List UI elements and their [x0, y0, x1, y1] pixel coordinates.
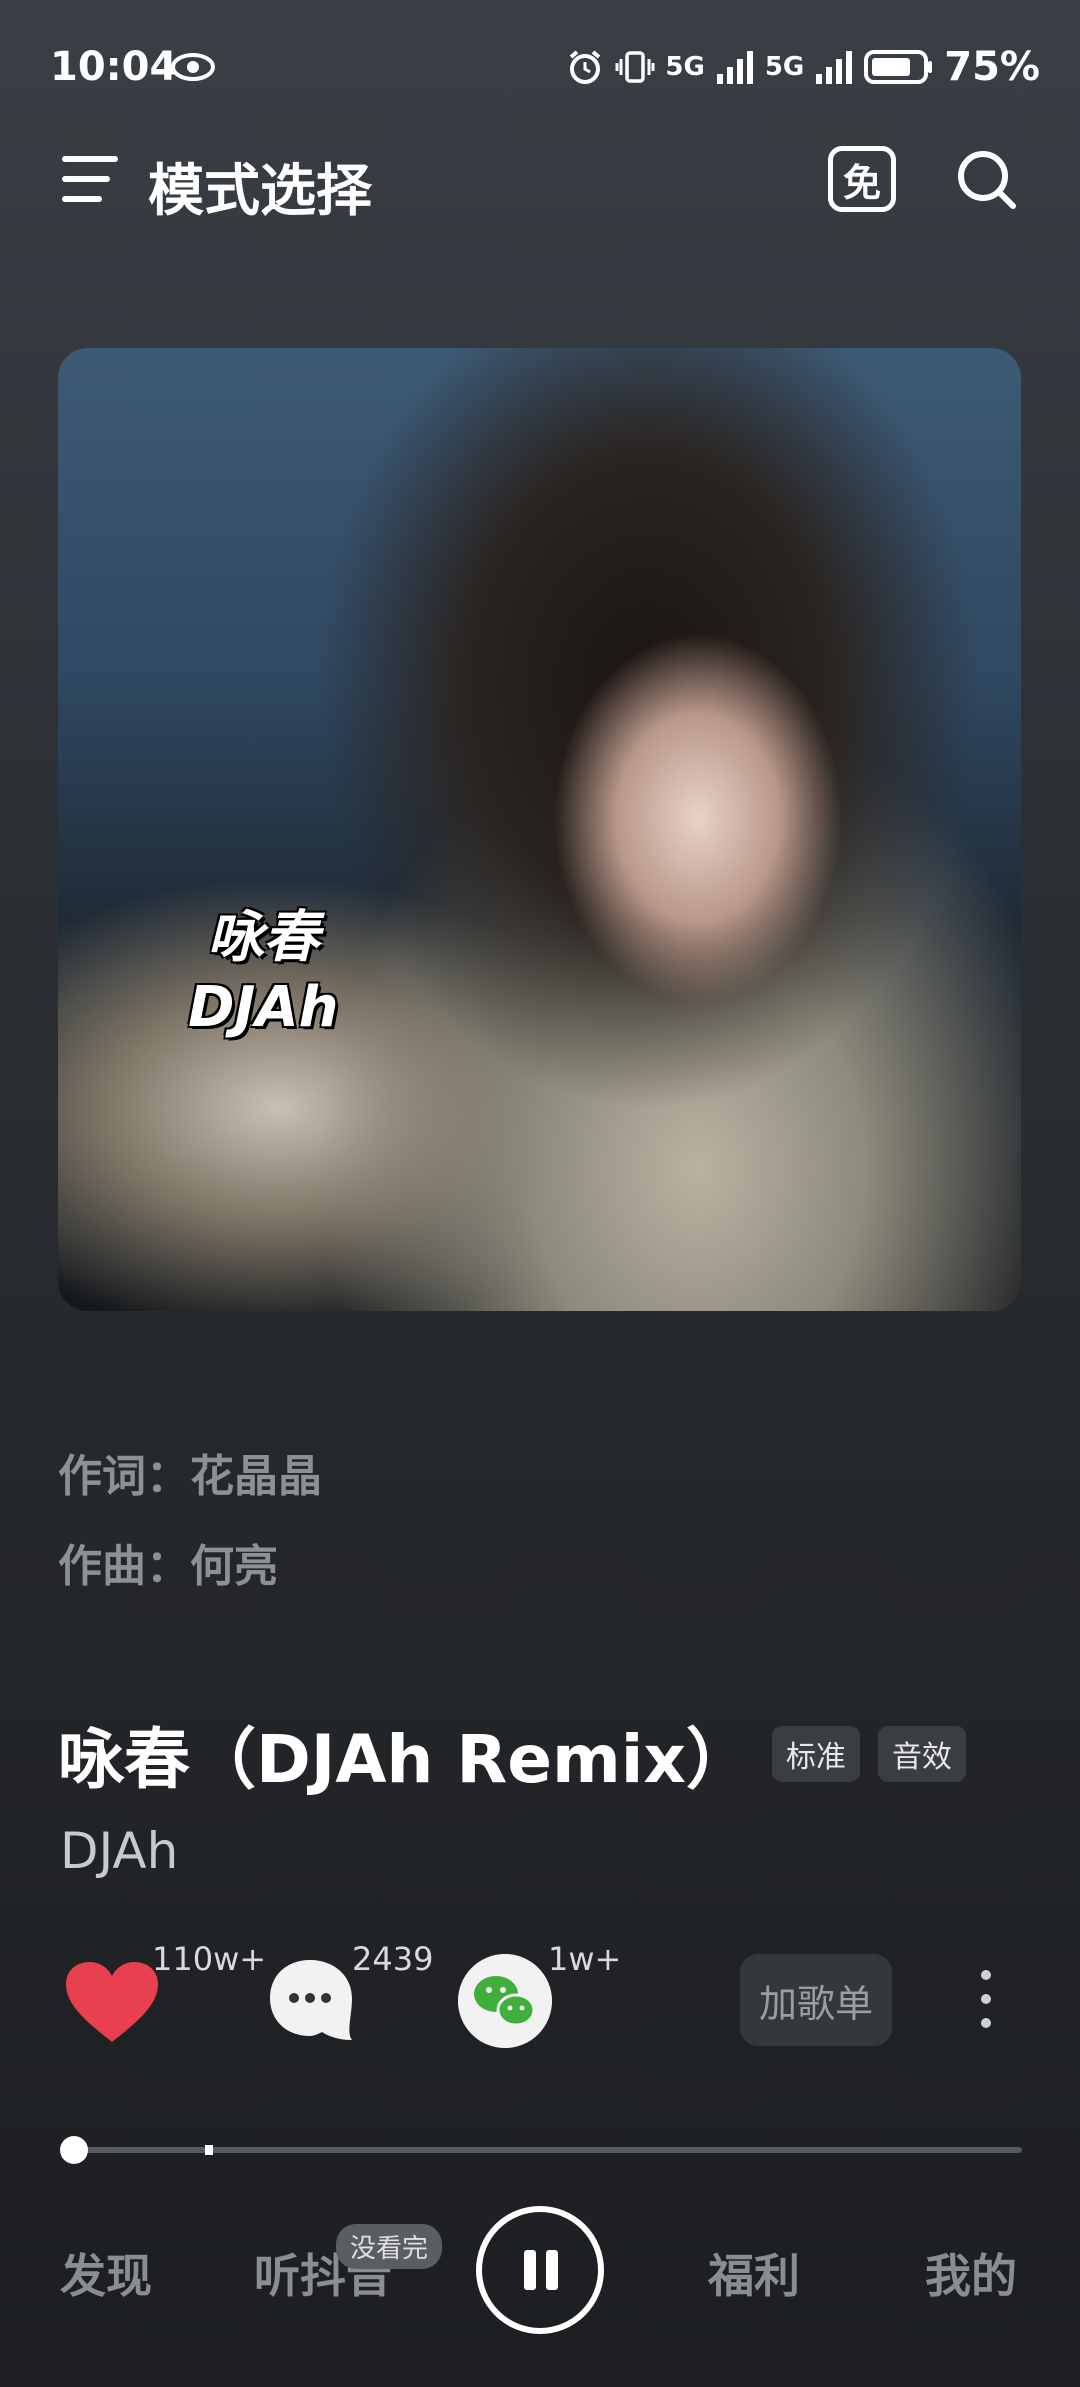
page-title[interactable]: 模式选择: [148, 146, 372, 227]
add-to-playlist-button[interactable]: 加歌单: [740, 1954, 892, 2046]
wechat-share-icon[interactable]: [458, 1954, 552, 2048]
lyricist-credit: 作词：花晶晶: [58, 1451, 322, 1502]
status-indicators: 5G 5G 75%: [565, 44, 1040, 90]
cover-caption-title: 咏春: [207, 905, 320, 970]
song-title: 咏春（DJAh Remix）: [58, 1721, 752, 1798]
album-cover[interactable]: 咏春 DJAh: [58, 348, 1021, 1311]
share-count: 1w+: [548, 1940, 622, 1978]
pause-icon-bar-right: [546, 2250, 558, 2290]
more-options-icon[interactable]: [976, 1970, 996, 2034]
nav-mine[interactable]: 我的: [925, 2240, 1017, 2306]
comment-icon[interactable]: [268, 1958, 354, 2042]
alarm-icon: [570, 50, 601, 84]
cover-caption: 咏春 DJAh: [188, 903, 339, 1043]
unfinished-badge: 没看完: [336, 2224, 443, 2269]
sound-effect-tag[interactable]: 音效: [877, 1726, 966, 1782]
action-row: 110w+ 2439 1w+ 加歌单: [0, 1940, 1080, 2070]
progress-track[interactable]: [72, 2147, 1022, 2153]
pause-icon-bar-left: [524, 2250, 536, 2290]
signal-icon-2: [816, 51, 853, 84]
status-time: 10:04: [50, 44, 178, 90]
song-title-row: 咏春（DJAh Remix） 标准 音效: [58, 1706, 966, 1802]
vibrate-icon: [615, 51, 655, 83]
battery-icon: [864, 50, 933, 84]
nav-discover[interactable]: 发现: [60, 2240, 152, 2306]
progress-bar[interactable]: [60, 2136, 1022, 2164]
menu-icon[interactable]: [62, 156, 118, 204]
artist-name[interactable]: DJAh: [60, 1822, 178, 1880]
top-bar: 模式选择 免: [0, 140, 1080, 224]
progress-thumb[interactable]: [60, 2136, 88, 2164]
heart-icon[interactable]: [64, 1960, 160, 2044]
composer-credit: 作曲：何亮: [58, 1541, 278, 1592]
status-bar: 10:04 5G 5G 75%: [0, 0, 1080, 140]
network-type-2: 5G: [764, 52, 805, 82]
quality-tag[interactable]: 标准: [771, 1726, 860, 1782]
signal-icon-1: [716, 51, 753, 84]
comment-count: 2439: [352, 1940, 434, 1978]
pause-button[interactable]: [476, 2206, 604, 2334]
free-mode-icon[interactable]: 免: [828, 146, 896, 212]
nav-welfare[interactable]: 福利: [708, 2240, 800, 2306]
buffer-marker: [205, 2145, 213, 2155]
cover-caption-artist: DJAh: [188, 975, 339, 1040]
search-icon[interactable]: [955, 148, 1019, 212]
eye-icon: [171, 53, 215, 81]
bottom-nav: 发现 听抖音 没看完 福利 我的: [0, 2190, 1080, 2350]
like-count: 110w+: [152, 1940, 267, 1978]
network-type-1: 5G: [665, 52, 705, 82]
battery-percent: 75%: [944, 44, 1040, 90]
